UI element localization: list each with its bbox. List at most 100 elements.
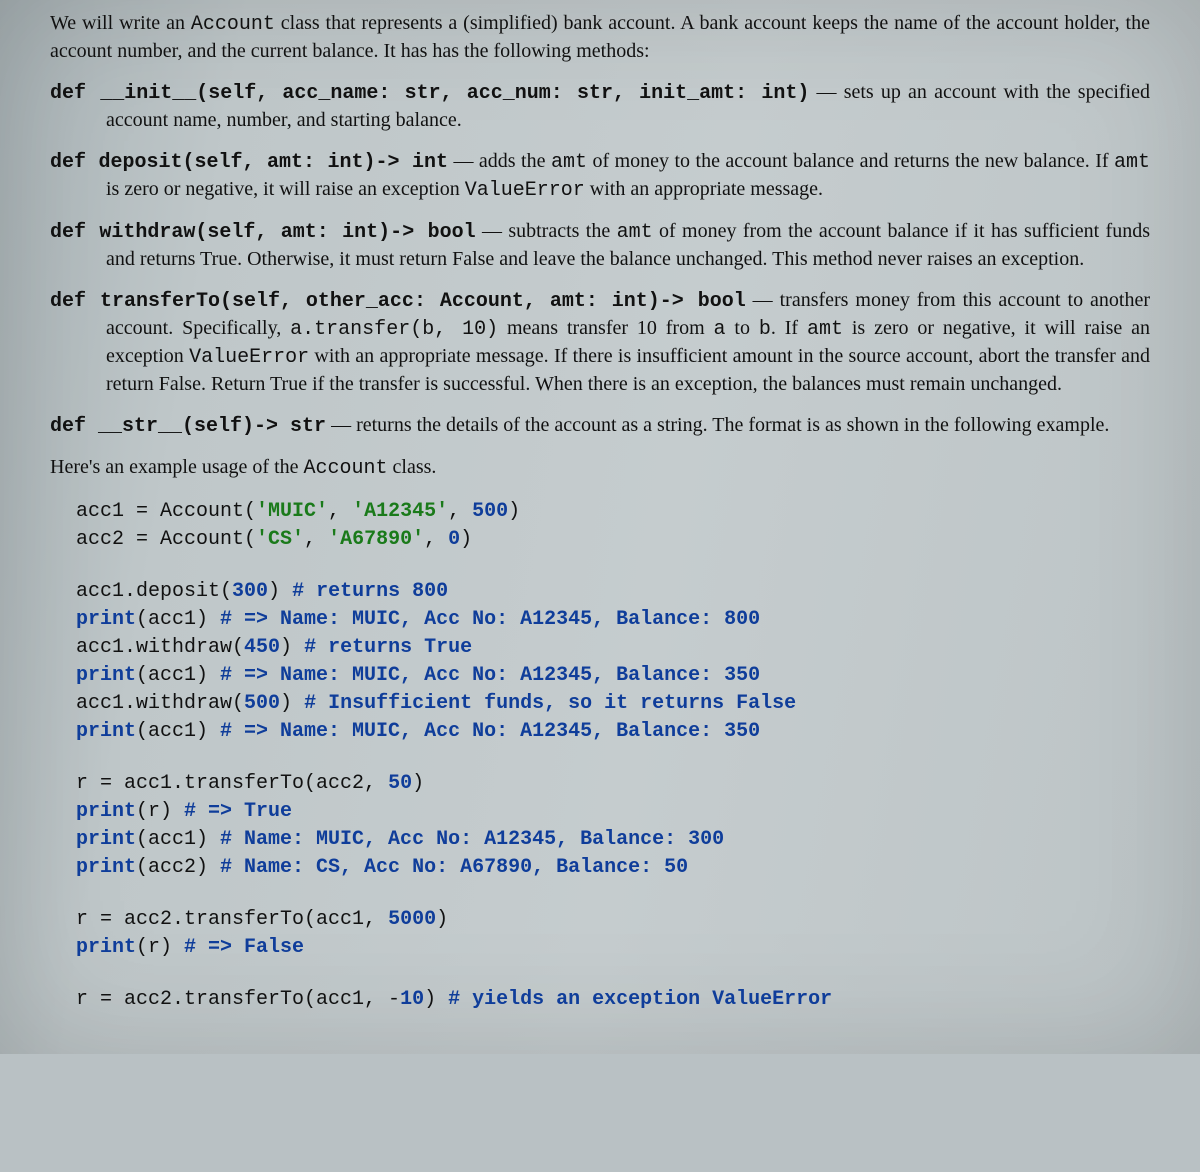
code-inline: a.transfer(b, 10) (290, 318, 498, 341)
builtin: print (76, 664, 136, 687)
code: acc1.deposit( (76, 580, 232, 603)
comment: # returns 800 (292, 580, 448, 603)
code: acc1.withdraw( (76, 636, 244, 659)
comment: # Name: MUIC, Acc No: A12345, Balance: 3… (220, 828, 724, 851)
code-inline: amt (1114, 151, 1150, 174)
code: (acc1) (136, 828, 220, 851)
code-inline: amt (551, 151, 587, 174)
number-literal: 300 (232, 580, 268, 603)
builtin: print (76, 856, 136, 879)
number-literal: 50 (388, 772, 412, 795)
signature: withdraw(self, amt: int)-> bool (86, 221, 476, 244)
code: r = acc1.transferTo(acc2, (76, 772, 388, 795)
code: , (448, 500, 472, 523)
code: (acc2) (136, 856, 220, 879)
string-literal: 'A67890' (328, 528, 424, 551)
code: r = acc2.transferTo(acc1, - (76, 988, 400, 1011)
code-block-2: acc1.deposit(300) # returns 800 print(ac… (76, 578, 1150, 746)
description: — returns the details of the account as … (326, 414, 1109, 436)
method-withdraw: def withdraw(self, amt: int)-> bool — su… (50, 218, 1150, 273)
code: ) (280, 636, 304, 659)
code: ) (436, 908, 448, 931)
code-inline: amt (807, 318, 843, 341)
code-block-5: r = acc2.transferTo(acc1, -10) # yields … (76, 986, 1150, 1014)
string-literal: 'CS' (256, 528, 304, 551)
builtin: print (76, 720, 136, 743)
text: is zero or negative, it will raise an ex… (106, 178, 465, 200)
text: Here's an example usage of the (50, 456, 304, 478)
code-block-4: r = acc2.transferTo(acc1, 5000) print(r)… (76, 906, 1150, 962)
builtin: print (76, 608, 136, 631)
comment: # => False (184, 936, 304, 959)
number-literal: 500 (244, 692, 280, 715)
code-inline: ValueError (189, 346, 309, 369)
comment: # returns True (304, 636, 472, 659)
builtin: print (76, 800, 136, 823)
code: acc2 = Account( (76, 528, 256, 551)
code-inline: amt (617, 221, 653, 244)
code: ) (268, 580, 292, 603)
keyword: def (50, 221, 86, 244)
code: (acc1) (136, 664, 220, 687)
code: r = acc2.transferTo(acc1, (76, 908, 388, 931)
class-name: Account (191, 13, 275, 36)
code: (r) (136, 936, 184, 959)
text: means transfer 10 from (498, 317, 713, 339)
comment: # => Name: MUIC, Acc No: A12345, Balance… (220, 720, 760, 743)
text: We will write an (50, 12, 191, 34)
comment: # => True (184, 800, 292, 823)
text: with an appropriate message. (585, 178, 823, 200)
comment: # => Name: MUIC, Acc No: A12345, Balance… (220, 664, 760, 687)
code: acc1 = Account( (76, 500, 256, 523)
text: — subtracts the (476, 220, 617, 242)
code: (acc1) (136, 608, 220, 631)
code-inline: b (759, 318, 771, 341)
code: , (328, 500, 352, 523)
text: . If (771, 317, 807, 339)
number-literal: 500 (472, 500, 508, 523)
code: ) (508, 500, 520, 523)
comment: # Insufficient funds, so it returns Fals… (304, 692, 796, 715)
number-literal: 5000 (388, 908, 436, 931)
keyword: def (50, 290, 86, 313)
keyword: def (50, 82, 86, 105)
comment: # => Name: MUIC, Acc No: A12345, Balance… (220, 608, 760, 631)
document-page: We will write an Account class that repr… (0, 0, 1200, 1054)
code: ) (424, 988, 448, 1011)
builtin: print (76, 828, 136, 851)
method-str: def __str__(self)-> str — returns the de… (50, 412, 1150, 440)
text: — adds the (448, 150, 551, 172)
text: to (726, 317, 759, 339)
string-literal: 'A12345' (352, 500, 448, 523)
signature: deposit(self, amt: int)-> int (86, 151, 448, 174)
code: acc1.withdraw( (76, 692, 244, 715)
number-literal: 10 (400, 988, 424, 1011)
code: ) (460, 528, 472, 551)
code: , (304, 528, 328, 551)
code: ) (280, 692, 304, 715)
text: class. (388, 456, 437, 478)
intro-paragraph: We will write an Account class that repr… (50, 10, 1150, 65)
method-init: def __init__(self, acc_name: str, acc_nu… (50, 79, 1150, 134)
method-deposit: def deposit(self, amt: int)-> int — adds… (50, 148, 1150, 204)
number-literal: 450 (244, 636, 280, 659)
comment: # yields an exception ValueError (448, 988, 832, 1011)
code: , (424, 528, 448, 551)
string-literal: 'MUIC' (256, 500, 328, 523)
keyword: def (50, 151, 86, 174)
code: ) (412, 772, 424, 795)
code-block-1: acc1 = Account('MUIC', 'A12345', 500) ac… (76, 498, 1150, 554)
code-inline: a (714, 318, 726, 341)
keyword: def (50, 415, 86, 438)
number-literal: 0 (448, 528, 460, 551)
code: (r) (136, 800, 184, 823)
code-inline: ValueError (465, 179, 585, 202)
method-transferto: def transferTo(self, other_acc: Account,… (50, 287, 1150, 398)
code: (acc1) (136, 720, 220, 743)
signature: __str__(self)-> str (86, 415, 326, 438)
class-name: Account (304, 457, 388, 480)
example-intro: Here's an example usage of the Account c… (50, 454, 1150, 482)
comment: # Name: CS, Acc No: A67890, Balance: 50 (220, 856, 688, 879)
builtin: print (76, 936, 136, 959)
signature: transferTo(self, other_acc: Account, amt… (86, 290, 746, 313)
